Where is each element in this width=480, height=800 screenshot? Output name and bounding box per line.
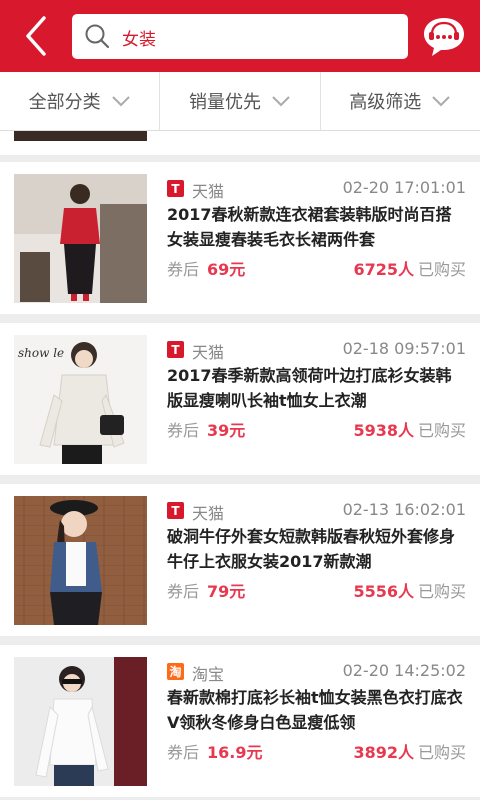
tmall-icon: T xyxy=(167,180,184,197)
price-label: 券后 xyxy=(167,421,200,440)
product-card[interactable]: show le T 天猫 02-18 09:57:01 2017春季新款高领荷叶… xyxy=(0,323,480,475)
price: 39元 xyxy=(207,421,246,440)
top-bar: 女装 xyxy=(0,0,480,72)
filter-sort-label: 销量优先 xyxy=(188,92,261,113)
shop-name: 淘宝 xyxy=(192,665,225,684)
filter-category-label: 全部分类 xyxy=(28,92,101,113)
price-label: 券后 xyxy=(167,260,200,279)
customer-service-button[interactable] xyxy=(419,14,469,60)
post-time: 02-20 17:01:01 xyxy=(342,178,466,197)
price-label: 券后 xyxy=(167,582,200,601)
filter-bar: 全部分类 销量优先 高级筛选 xyxy=(0,72,480,131)
post-time: 02-18 09:57:01 xyxy=(342,339,466,358)
buyer-count-suffix: 已购买 xyxy=(417,743,466,762)
product-card[interactable]: 淘 淘宝 02-20 14:25:02 春新款棉打底衫长袖t恤女装黑色衣打底衣V… xyxy=(0,645,480,797)
buyer-count-suffix: 已购买 xyxy=(417,260,466,279)
buyer-count-suffix: 已购买 xyxy=(417,421,466,440)
back-button[interactable] xyxy=(18,14,58,58)
post-time: 02-20 14:25:02 xyxy=(342,661,466,680)
product-card[interactable]: T 天猫 02-13 16:02:01 破洞牛仔外套女短款韩版春秋短外套修身牛仔… xyxy=(0,484,480,636)
buyer-count: 3892人 xyxy=(353,743,414,762)
shop-name: 天猫 xyxy=(192,343,225,362)
shop-name: 天猫 xyxy=(192,504,225,523)
filter-advanced[interactable]: 高级筛选 xyxy=(321,72,480,130)
buyer-count: 6725人 xyxy=(353,260,414,279)
chevron-down-icon xyxy=(272,96,290,107)
price: 69元 xyxy=(207,260,246,279)
product-card[interactable]: T 天猫 02-20 17:01:01 2017春秋新款连衣裙套装韩版时尚百搭女… xyxy=(0,162,480,314)
chevron-down-icon xyxy=(111,96,130,107)
price: 79元 xyxy=(207,582,246,601)
shop-name: 天猫 xyxy=(192,182,225,201)
product-image xyxy=(14,174,147,303)
buyer-count: 5556人 xyxy=(353,582,414,601)
search-value: 女装 xyxy=(122,30,156,50)
filter-sort-sales[interactable]: 销量优先 xyxy=(160,72,321,130)
filter-advanced-label: 高级筛选 xyxy=(349,92,422,113)
customer-service-chat-icon xyxy=(424,18,464,56)
taobao-icon: 淘 xyxy=(167,663,184,680)
price: 16.9元 xyxy=(207,743,263,762)
product-title: 2017春秋新款连衣裙套装韩版时尚百搭女装显瘦春装毛衣长裙两件套 xyxy=(167,205,452,249)
chevron-down-icon xyxy=(432,96,451,107)
tmall-icon: T xyxy=(167,502,184,519)
product-image: show le xyxy=(14,335,147,464)
search-icon xyxy=(85,24,110,49)
buyer-count: 5938人 xyxy=(353,421,414,440)
product-title: 春新款棉打底衫长袖t恤女装黑色衣打底衣V领秋冬修身白色显瘦低领 xyxy=(167,688,463,732)
filter-category[interactable]: 全部分类 xyxy=(0,72,161,130)
product-card-partial[interactable] xyxy=(0,131,480,155)
search-input[interactable]: 女装 xyxy=(72,14,408,59)
product-title: 破洞牛仔外套女短款韩版春秋短外套修身牛仔上衣服女装2017新款潮 xyxy=(167,527,456,571)
image-watermark: show le xyxy=(18,346,64,360)
price-label: 券后 xyxy=(167,743,200,762)
product-image xyxy=(14,496,147,625)
product-image xyxy=(14,657,147,786)
tmall-icon: T xyxy=(167,341,184,358)
product-image xyxy=(14,131,147,141)
post-time: 02-13 16:02:01 xyxy=(342,500,466,519)
buyer-count-suffix: 已购买 xyxy=(417,582,466,601)
product-title: 2017春季新款高领荷叶边打底衫女装韩版显瘦喇叭长袖t恤女上衣潮 xyxy=(167,366,452,410)
chevron-left-icon xyxy=(26,16,46,56)
